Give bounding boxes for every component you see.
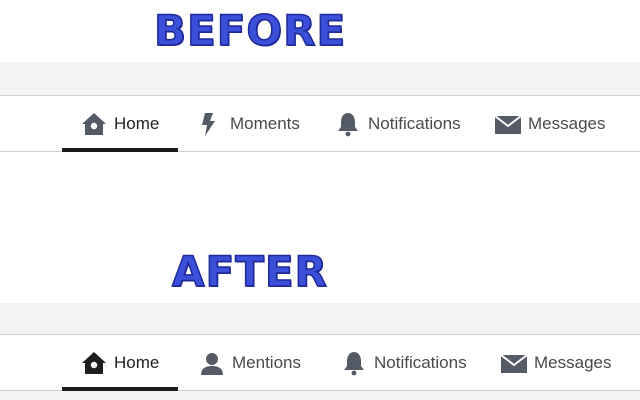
nav-tab-label: Messages (534, 352, 612, 372)
nav-tab-label: Notifications (368, 113, 461, 133)
nav-tab-label: Home (114, 352, 160, 372)
nav-tab-label: Moments (230, 113, 300, 133)
home-icon (80, 349, 108, 377)
lightning-icon (196, 110, 224, 138)
nav-tab-messages[interactable]: Messages (500, 335, 611, 390)
envelope-icon (494, 110, 522, 138)
home-icon (80, 110, 108, 138)
before-heading: BEFORE (153, 6, 347, 55)
after-nav-bar: Home Mentions Notifications Messages (0, 334, 640, 391)
envelope-icon (500, 349, 528, 377)
person-icon (198, 349, 226, 377)
nav-tab-label: Mentions (232, 352, 301, 372)
after-heading: AFTER (171, 247, 328, 296)
spacer-band (0, 303, 640, 335)
bell-icon (334, 110, 362, 138)
nav-tab-mentions[interactable]: Mentions (198, 335, 301, 390)
spacer-band (0, 391, 640, 400)
nav-tab-moments[interactable]: Moments (196, 96, 300, 151)
nav-tab-label: Home (114, 113, 160, 133)
active-tab-indicator (62, 148, 178, 152)
nav-tab-home[interactable]: Home (80, 335, 159, 390)
nav-tab-notifications[interactable]: Notifications (334, 96, 461, 151)
nav-tab-label: Messages (528, 113, 606, 133)
bell-icon (340, 349, 368, 377)
before-nav-bar: Home Moments Notifications Messages (0, 95, 640, 152)
nav-tab-messages[interactable]: Messages (494, 96, 605, 151)
nav-tab-notifications[interactable]: Notifications (340, 335, 467, 390)
spacer-band (0, 62, 640, 96)
nav-tab-home[interactable]: Home (80, 96, 159, 151)
nav-tab-label: Notifications (374, 352, 467, 372)
